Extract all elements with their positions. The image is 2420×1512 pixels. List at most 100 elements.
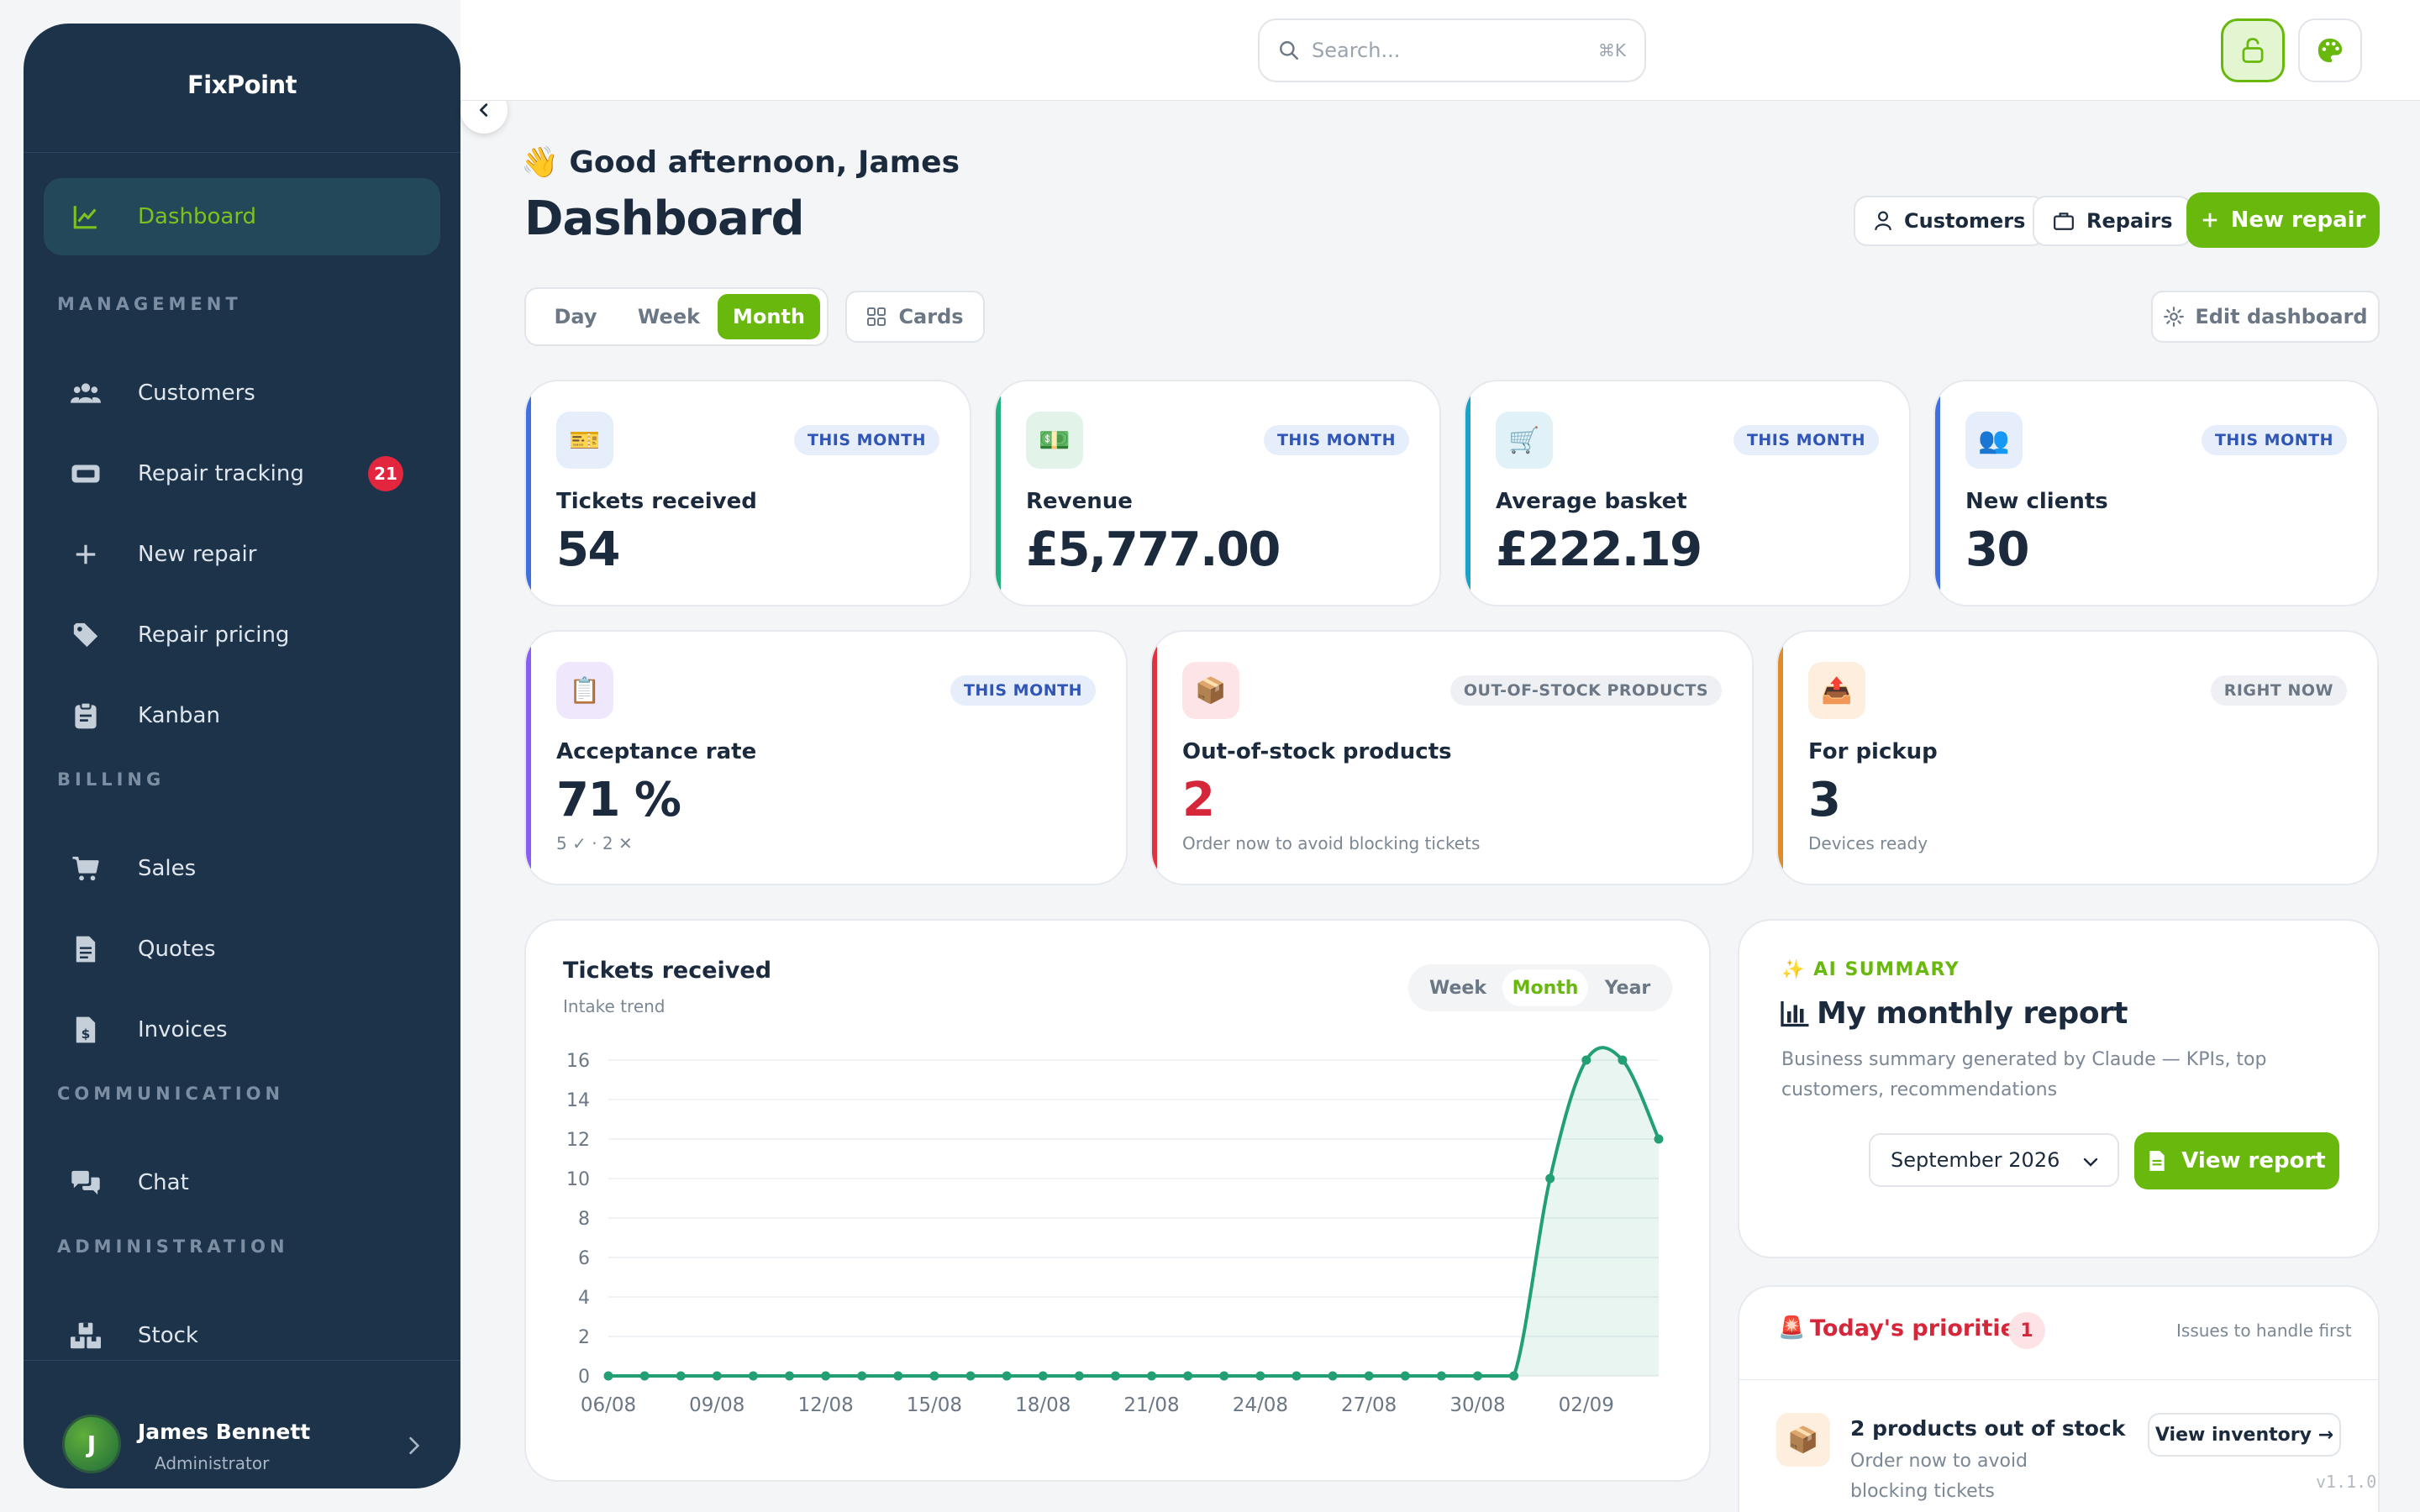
user-icon	[1874, 211, 1892, 231]
data-point	[857, 1371, 867, 1381]
data-point	[1147, 1371, 1157, 1381]
x-tick-label: 02/09	[1559, 1394, 1614, 1416]
theme-button[interactable]	[2298, 18, 2362, 82]
data-point	[929, 1371, 939, 1381]
new-repair-button[interactable]: New repair	[2186, 192, 2380, 248]
kpi-accent-bar	[1778, 632, 1783, 884]
x-tick-label: 15/08	[907, 1394, 962, 1416]
user-profile-button[interactable]: J James Bennett Administrator	[24, 1384, 460, 1488]
sidebar-item-kanban[interactable]: Kanban	[44, 677, 440, 754]
user-role: Administrator	[155, 1453, 270, 1473]
svg-text:$: $	[82, 1026, 91, 1042]
view-report-button[interactable]: View report	[2134, 1132, 2339, 1189]
search-input[interactable]	[1312, 39, 1598, 62]
repairs-button[interactable]: Repairs	[2033, 196, 2193, 246]
kpi-subtext: 5 ✓ · 2 ✕	[556, 833, 633, 853]
divider	[24, 152, 460, 153]
y-tick-label: 16	[566, 1051, 590, 1072]
data-point	[603, 1371, 613, 1381]
kpi-accent-bar	[1152, 632, 1157, 884]
sidebar-item-repair-pricing[interactable]: Repair pricing	[44, 596, 440, 674]
money-icon: 💵	[1026, 412, 1083, 469]
data-point	[1472, 1371, 1482, 1381]
priority-item-subtitle: Order now to avoid blocking tickets	[1850, 1451, 2028, 1502]
sidebar-item-repair-tracking[interactable]: Repair tracking 21	[44, 435, 440, 512]
box-icon: 📦	[1182, 662, 1239, 719]
y-tick-label: 0	[578, 1367, 590, 1388]
kpi-accent-bar	[1465, 381, 1470, 605]
period-month[interactable]: Month	[718, 294, 820, 339]
chevron-left-icon	[479, 103, 488, 117]
kpi-card-for-pickup[interactable]: 📤 RIGHT NOW For pickup 3 Devices ready	[1776, 630, 2379, 885]
trend-subtitle: Intake trend	[563, 996, 666, 1016]
data-point	[676, 1371, 686, 1381]
data-point	[893, 1371, 903, 1381]
cards-view-button[interactable]: Cards	[845, 291, 985, 343]
sidebar-item-chat[interactable]: Chat	[44, 1144, 440, 1221]
chevron-down-icon	[2083, 1158, 2098, 1167]
customers-button[interactable]: Customers	[1854, 196, 2046, 246]
kpi-accent-bar	[1935, 381, 1940, 605]
data-point	[1364, 1371, 1374, 1381]
sidebar-item-label: Dashboard	[138, 204, 257, 229]
data-point	[1183, 1371, 1193, 1381]
kpi-value: 30	[1965, 522, 2029, 577]
kpi-label: Tickets received	[556, 489, 757, 514]
sidebar-item-new-repair[interactable]: New repair	[44, 516, 440, 593]
sidebar-item-dashboard[interactable]: Dashboard	[44, 178, 440, 255]
greeting-text: Good afternoon, James	[569, 145, 960, 180]
trend-range-selector: Week Month Year	[1408, 964, 1672, 1011]
data-point	[1545, 1173, 1555, 1184]
invoice-icon: $	[71, 1015, 101, 1045]
kpi-tag: RIGHT NOW	[2210, 675, 2347, 706]
data-point	[1581, 1055, 1591, 1065]
kpi-card-acceptance-rate[interactable]: 📋 THIS MONTH Acceptance rate 71 % 5 ✓ · …	[524, 630, 1128, 885]
version-label: v1.1.0	[2316, 1472, 2377, 1492]
ai-report-description: Business summary generated by Claude — K…	[1781, 1049, 2267, 1100]
trend-tab-year[interactable]: Year	[1588, 969, 1667, 1006]
kpi-label: Average basket	[1496, 489, 1687, 514]
kpi-card-average-basket[interactable]: 🛒 THIS MONTH Average basket £222.19	[1464, 380, 1911, 606]
cards-button-label: Cards	[898, 305, 964, 328]
kpi-card-tickets[interactable]: 🎫 THIS MONTH Tickets received 54	[524, 380, 971, 606]
kpi-card-revenue[interactable]: 💵 THIS MONTH Revenue £5,777.00	[994, 380, 1441, 606]
period-day[interactable]: Day	[531, 294, 620, 339]
report-month-select[interactable]: September 2026	[1869, 1133, 2119, 1187]
kpi-label: For pickup	[1808, 739, 1938, 764]
sidebar-item-quotes[interactable]: Quotes	[44, 911, 440, 988]
period-week[interactable]: Week	[620, 294, 718, 339]
chart-line-icon	[71, 202, 101, 232]
sidebar-item-label: Kanban	[138, 703, 220, 728]
search-shortcut: ⌘K	[1597, 40, 1626, 60]
edit-dashboard-label: Edit dashboard	[2195, 305, 2368, 328]
series-line	[608, 1046, 1660, 1378]
kpi-subtext: Devices ready	[1808, 833, 1928, 853]
trend-tab-week[interactable]: Week	[1413, 969, 1502, 1006]
sidebar-item-invoices[interactable]: $ Invoices	[44, 991, 440, 1068]
trend-tab-month[interactable]: Month	[1502, 969, 1588, 1006]
plus-icon	[71, 539, 101, 570]
search-bar[interactable]: ⌘K	[1258, 18, 1646, 82]
view-inventory-button[interactable]: View inventory →	[2148, 1413, 2341, 1457]
edit-dashboard-button[interactable]: Edit dashboard	[2151, 291, 2380, 343]
sparkle-icon: ✨	[1781, 959, 1806, 980]
users-icon	[71, 378, 101, 408]
sidebar-item-sales[interactable]: Sales	[44, 830, 440, 907]
view-report-label: View report	[2181, 1148, 2326, 1173]
kpi-label: Out-of-stock products	[1182, 739, 1452, 764]
lock-button[interactable]	[2221, 18, 2285, 82]
kpi-card-out-of-stock[interactable]: 📦 OUT-OF-STOCK PRODUCTS Out-of-stock pro…	[1150, 630, 1754, 885]
sidebar-item-stock[interactable]: Stock	[44, 1297, 440, 1374]
divider	[24, 1360, 460, 1361]
chat-bubbles-icon	[71, 1168, 101, 1198]
kpi-accent-bar	[526, 381, 531, 605]
kpi-card-new-clients[interactable]: 👥 THIS MONTH New clients 30	[1933, 380, 2379, 606]
kpi-accent-bar	[996, 381, 1001, 605]
y-tick-label: 10	[566, 1169, 590, 1190]
x-tick-label: 27/08	[1341, 1394, 1397, 1416]
sidebar-item-customers[interactable]: Customers	[44, 354, 440, 432]
sidebar: FixPoint Dashboard MANAGEMENT Customers …	[24, 24, 508, 1488]
section-billing: BILLING	[57, 769, 166, 790]
wave-icon: 👋	[521, 145, 559, 180]
unlock-icon	[2242, 38, 2264, 63]
